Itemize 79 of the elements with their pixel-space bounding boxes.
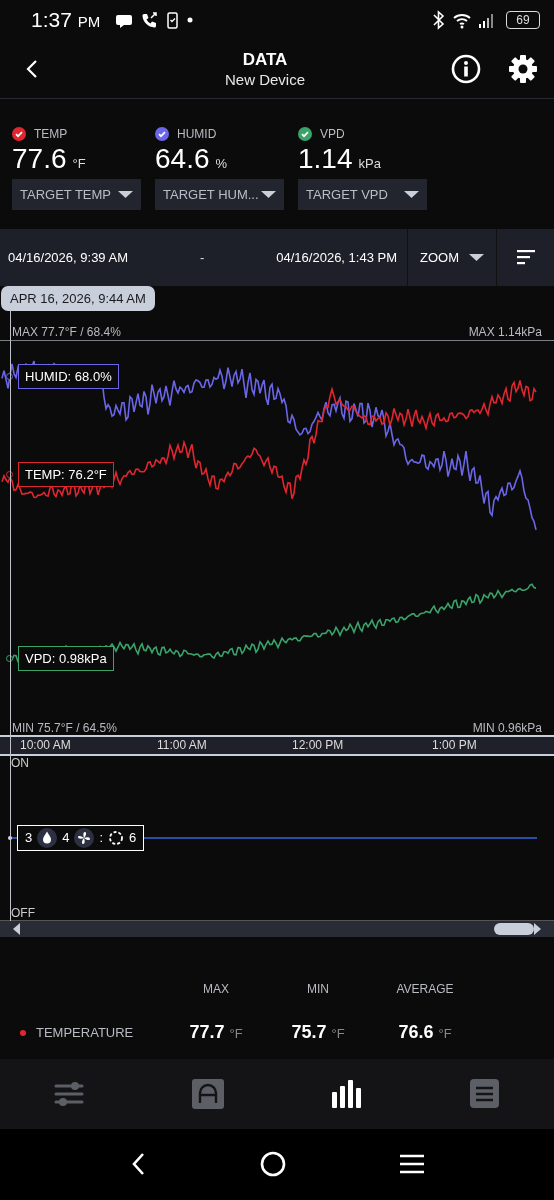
water-drop-icon (37, 827, 58, 848)
badge-count: : (99, 830, 104, 846)
time-label: 10:00 AM (20, 736, 71, 753)
chat-icon (116, 12, 134, 29)
off-label: OFF (11, 905, 36, 920)
sliders-icon[interactable] (54, 1079, 85, 1108)
home-icon[interactable] (259, 1151, 286, 1178)
max-label: MAX 77.7°F / 68.4% (12, 324, 121, 339)
unit-label: kPa (358, 155, 381, 171)
target-dropdown[interactable]: TARGET HUM... (155, 178, 284, 210)
checkbox-icon[interactable] (155, 126, 169, 141)
device-check-icon (166, 12, 180, 29)
device-name: New Device (225, 69, 305, 89)
range-separator: - (199, 249, 205, 265)
badge-count: 6 (129, 830, 137, 846)
stat-value: 76.6 (398, 1022, 434, 1044)
bar-chart-icon[interactable] (331, 1079, 361, 1108)
min-label: MIN 75.7°F / 64.5% (12, 720, 117, 735)
sensor-value: 64.6 (155, 142, 210, 175)
target-dropdown[interactable]: TARGET TEMP (12, 178, 141, 210)
notification-dot-icon (187, 17, 194, 24)
menu-icon[interactable] (399, 1153, 424, 1176)
min-label: MIN 0.96kPa (472, 720, 542, 735)
unit-label: °F (229, 1026, 243, 1042)
row-label: TEMPERATURE (36, 1025, 134, 1041)
settings-icon[interactable] (508, 54, 538, 85)
column-header: MAX (202, 981, 230, 996)
unit-label: °F (331, 1026, 345, 1042)
on-label: ON (11, 755, 30, 770)
unit-label: °F (438, 1026, 452, 1042)
screen-title: DATA (242, 49, 288, 70)
sensor-label: HUMID (177, 126, 217, 141)
time-label: 12:00 PM (292, 736, 344, 753)
time-label: 1:00 PM (432, 736, 477, 753)
target-dropdown[interactable]: TARGET VPD (298, 178, 427, 210)
badge-count: 3 (25, 830, 33, 846)
sensor-value: 1.14 (298, 142, 353, 175)
phone-icon (141, 12, 159, 29)
unit-label: °F (72, 155, 86, 171)
cursor-tooltip: APR 16, 2026, 9:44 AM (1, 285, 155, 311)
checkbox-icon[interactable] (298, 126, 312, 141)
arch-icon[interactable] (191, 1078, 224, 1109)
scroll-left-icon[interactable] (13, 922, 20, 935)
data-point-icon (8, 835, 12, 840)
signal-icon (479, 11, 494, 30)
list-icon[interactable] (470, 1079, 500, 1109)
sensor-value: 77.6 (12, 142, 67, 175)
stat-value: 75.7 (291, 1022, 327, 1044)
zoom-dropdown[interactable]: ZOOM (407, 228, 496, 286)
end-date[interactable]: 04/16/2026, 1:43 PM (276, 249, 397, 265)
info-icon[interactable] (451, 54, 481, 85)
battery-icon: 69 (506, 11, 540, 30)
max-label: MAX 1.14kPa (468, 324, 542, 339)
sensor-label: TEMP (34, 126, 68, 141)
caret-icon (469, 253, 484, 261)
series-value-label: VPD: 0.98kPa (18, 645, 114, 671)
caret-icon (118, 190, 133, 198)
column-header: AVERAGE (395, 981, 455, 996)
series-value-label: HUMID: 68.0% (18, 363, 119, 389)
back-icon[interactable] (130, 1152, 146, 1177)
horizontal-scrollbar[interactable] (0, 919, 554, 937)
wifi-icon (453, 11, 471, 30)
sort-icon (516, 249, 535, 265)
unit-label: % (215, 155, 228, 171)
checkbox-icon[interactable] (12, 126, 26, 141)
sensor-label: VPD (320, 126, 345, 141)
start-date[interactable]: 04/16/2026, 9:39 AM (8, 249, 128, 265)
column-header: MIN (306, 981, 330, 996)
stat-value: 77.7 (189, 1022, 225, 1044)
status-time: 1:37 PM (31, 8, 101, 33)
time-label: 11:00 AM (157, 736, 207, 753)
series-value-label: TEMP: 76.2°F (18, 461, 114, 487)
bluetooth-icon (432, 10, 445, 31)
caret-icon (261, 190, 276, 198)
fan-icon (74, 827, 95, 848)
back-icon[interactable] (25, 59, 39, 80)
caret-icon (404, 190, 419, 198)
badge-count: 4 (62, 830, 70, 846)
dashed-circle-icon (108, 829, 125, 846)
